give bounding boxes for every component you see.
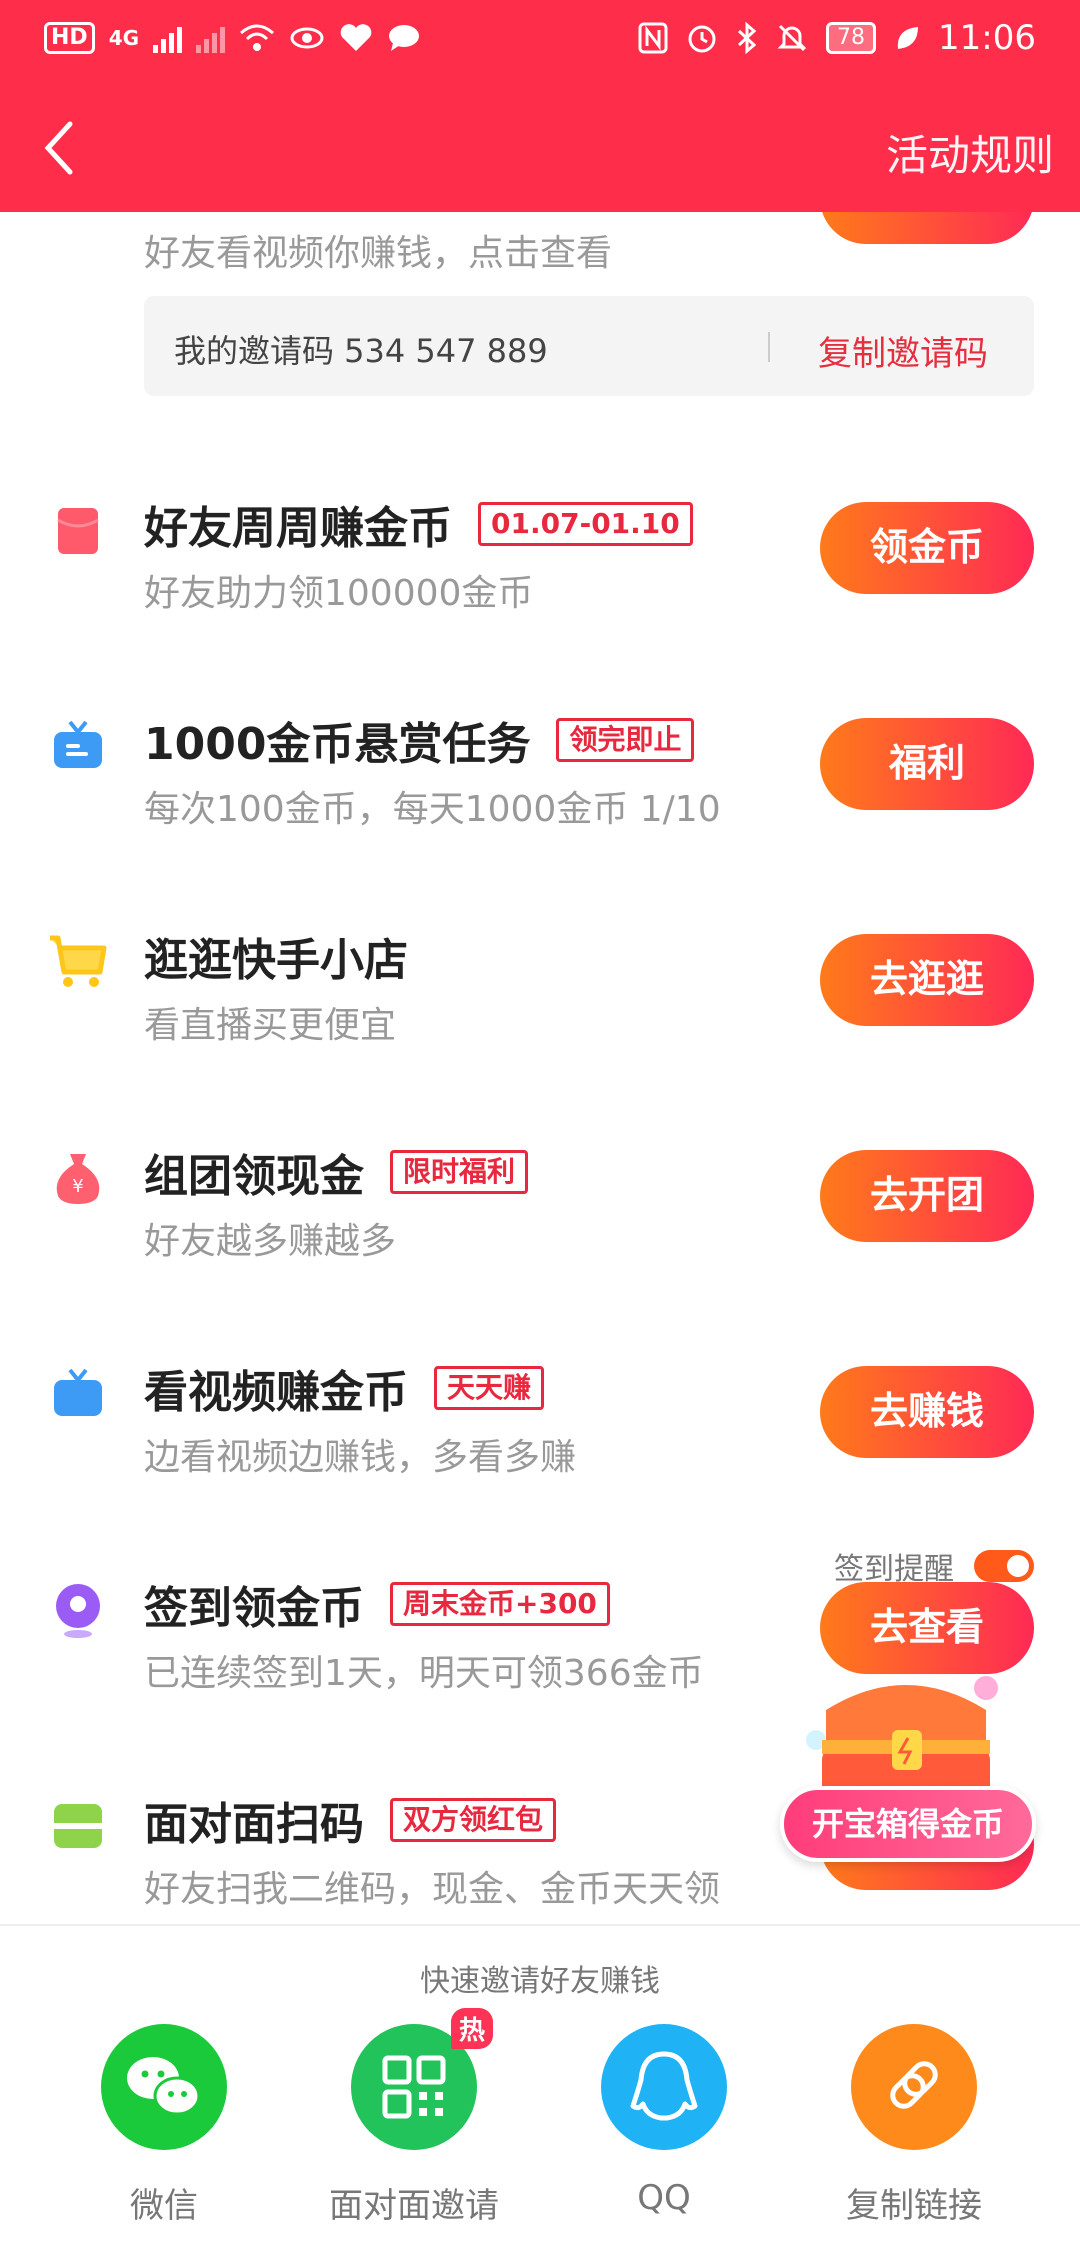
- task-subtitle: 边看视频边赚钱，多看多赚: [144, 1437, 577, 1478]
- task-title: 组团领现金 限时福利: [144, 1140, 529, 1204]
- task-title-text: 面对面扫码: [144, 1799, 364, 1850]
- signal-icon: [153, 23, 183, 53]
- welfare-button[interactable]: 福利: [820, 718, 1034, 810]
- health-icon: [340, 24, 372, 51]
- bluetooth-icon: [737, 22, 757, 54]
- wifi-icon: [240, 24, 275, 51]
- message-icon: [389, 25, 420, 51]
- qq-glyph-icon: [630, 2051, 698, 2121]
- start-group-button[interactable]: 去开团: [820, 1150, 1034, 1242]
- link-icon[interactable]: [851, 2024, 977, 2150]
- top-bar: HD 4G 78 11:06 活动规则: [0, 0, 1080, 212]
- task-title: 好友周周赚金币 01.07-01.10: [144, 492, 693, 556]
- status-bar: HD 4G 78 11:06: [0, 0, 1080, 84]
- link-glyph-icon: [890, 2061, 938, 2109]
- task-title-text: 签到领金币: [144, 1583, 364, 1634]
- task-item: ¥ 组团领现金 限时福利 好友越多赚越多 去开团: [0, 1140, 1080, 1340]
- status-left: HD 4G: [44, 22, 421, 54]
- task-tag: 领完即止: [556, 718, 695, 762]
- task-subtitle: 看直播买更便宜: [144, 1005, 397, 1046]
- task-subtitle: 每次100金币，每天1000金币 1/10: [144, 789, 721, 830]
- leaf-icon: [897, 27, 919, 49]
- task-tag: 双方领红包: [390, 1798, 557, 1842]
- hot-badge: 热: [450, 2008, 493, 2049]
- task-tag: 天天赚: [434, 1366, 545, 1410]
- status-right: 78 11:06: [638, 18, 1036, 58]
- back-icon[interactable]: [36, 118, 86, 178]
- task-subtitle: 好友扫我二维码，现金、金币天天领: [144, 1869, 721, 1910]
- scan-icon: [54, 1804, 102, 1848]
- alarm-icon: [688, 25, 716, 53]
- task-tag: 限时福利: [390, 1150, 529, 1194]
- shopping-cart-icon: [50, 935, 107, 987]
- share-qq[interactable]: QQ: [564, 2024, 764, 2218]
- task-title: 1000金币悬赏任务 领完即止: [144, 708, 695, 772]
- task-title: 面对面扫码 双方领红包: [144, 1788, 557, 1852]
- divider: [768, 332, 770, 362]
- clock: 11:06: [938, 18, 1036, 58]
- share-bar: 快速邀请好友赚钱 微信 热 面对面邀请 QQ 复制链接: [0, 1924, 1080, 2244]
- rules-link[interactable]: 活动规则: [886, 122, 1054, 183]
- qr-code-icon[interactable]: 热: [351, 2008, 493, 2150]
- eye-icon: [290, 27, 324, 49]
- task-item: 逛逛快手小店 看直播买更便宜 去逛逛: [0, 924, 1080, 1124]
- task-title-text: 好友周周赚金币: [144, 503, 452, 554]
- mute-icon: [777, 24, 807, 52]
- task-subtitle: 好友助力领100000金币: [144, 573, 534, 614]
- svg-text:¥: ¥: [72, 1176, 83, 1197]
- browse-button[interactable]: 去逛逛: [820, 934, 1034, 1026]
- money-bag-icon: ¥: [56, 1154, 100, 1204]
- partial-button[interactable]: [820, 212, 1034, 244]
- task-tag: 周末金币+300: [390, 1582, 610, 1626]
- invite-code: 我的邀请码 534 547 889: [174, 332, 548, 370]
- wechat-icon[interactable]: [101, 2024, 227, 2150]
- share-label: 面对面邀请: [329, 2186, 499, 2226]
- battery-indicator: 78: [826, 22, 877, 54]
- task-subtitle: 已连续签到1天，明天可领366金币: [144, 1653, 704, 1694]
- share-label: 复制链接: [846, 2186, 982, 2226]
- open-chest-button[interactable]: 开宝箱得金币: [780, 1786, 1036, 1862]
- qq-icon[interactable]: [601, 2024, 727, 2150]
- task-title: 签到领金币 周末金币+300: [144, 1572, 610, 1636]
- task-item: 看视频赚金币 天天赚 边看视频边赚钱，多看多赚 去赚钱: [0, 1356, 1080, 1556]
- task-item: 1000金币悬赏任务 领完即止 每次100金币，每天1000金币 1/10 福利: [0, 708, 1080, 908]
- task-title-text: 看视频赚金币: [144, 1367, 408, 1418]
- task-tag: 01.07-01.10: [478, 502, 693, 546]
- share-label: 微信: [130, 2186, 198, 2226]
- share-face-to-face[interactable]: 热 面对面邀请: [314, 2008, 514, 2227]
- share-title: 快速邀请好友赚钱: [420, 1964, 660, 1999]
- share-wechat[interactable]: 微信: [64, 2024, 264, 2227]
- share-copy-link[interactable]: 复制链接: [814, 2024, 1014, 2227]
- earn-money-button[interactable]: 去赚钱: [820, 1366, 1034, 1458]
- invite-subtitle: 好友看视频你赚钱，点击查看: [144, 233, 613, 274]
- task-title-text: 组团领现金: [144, 1151, 364, 1202]
- red-envelope-icon: [57, 508, 99, 554]
- task-title-text: 1000金币悬赏任务: [144, 719, 531, 770]
- location-pin-icon: [56, 1584, 100, 1638]
- signal-2-icon: [196, 23, 226, 53]
- task-title: 看视频赚金币 天天赚: [144, 1356, 545, 1420]
- task-subtitle: 好友越多赚越多: [144, 1221, 397, 1262]
- share-label: QQ: [637, 2178, 691, 2218]
- task-item: 好友周周赚金币 01.07-01.10 好友助力领100000金币 领金币: [0, 492, 1080, 692]
- tv-icon: [54, 1368, 102, 1416]
- wechat-glyph-icon: [127, 2057, 201, 2116]
- task-title-text: 逛逛快手小店: [144, 935, 408, 986]
- collect-coins-button[interactable]: 领金币: [820, 502, 1034, 594]
- hd-badge: HD: [44, 22, 95, 54]
- task-title: 逛逛快手小店: [144, 924, 408, 988]
- invite-code-box: 我的邀请码 534 547 889 复制邀请码: [144, 296, 1034, 396]
- copy-invite-code-button[interactable]: 复制邀请码: [818, 326, 988, 375]
- nfc-icon: [638, 22, 668, 54]
- tv-icon: [54, 720, 102, 768]
- network-label: 4G: [108, 26, 140, 50]
